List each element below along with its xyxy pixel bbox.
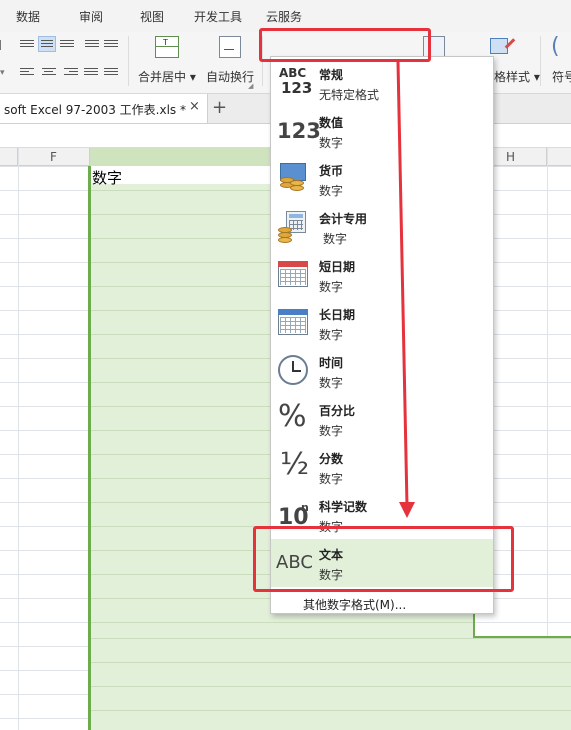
cell-style-button[interactable]: 格样式 ▾ bbox=[494, 68, 540, 85]
cell-content: 数字 bbox=[92, 169, 123, 187]
more-number-formats-link[interactable]: 其他数字格式(M)... bbox=[303, 596, 406, 613]
document-tab[interactable]: soft Excel 97-2003 工作表.xls * × bbox=[0, 94, 208, 123]
menu-item-long-date[interactable]: 长日期 数字 bbox=[271, 299, 493, 347]
tab-view[interactable]: 视图 bbox=[140, 8, 164, 25]
annotation-box-combo bbox=[259, 28, 431, 62]
selection-border bbox=[473, 636, 571, 638]
new-tab-icon[interactable]: + bbox=[212, 97, 227, 118]
row-header-divider bbox=[18, 148, 19, 730]
justify-icon[interactable] bbox=[84, 66, 98, 78]
menu-item-time[interactable]: 时间 数字 bbox=[271, 347, 493, 395]
orientation-icon[interactable] bbox=[0, 40, 6, 50]
merge-center-icon[interactable]: T bbox=[155, 36, 179, 58]
align-center-icon[interactable] bbox=[42, 66, 56, 78]
percent-icon: % bbox=[278, 399, 307, 434]
symbol-icon[interactable]: ( bbox=[551, 34, 560, 59]
long-date-calendar-icon bbox=[276, 307, 310, 339]
tab-data[interactable]: 数据 bbox=[16, 8, 40, 25]
distributed-icon[interactable] bbox=[104, 66, 118, 78]
annotation-arrow bbox=[396, 61, 415, 518]
column-header-f[interactable]: F bbox=[18, 148, 90, 166]
merge-center-button[interactable]: 合并居中 ▾ bbox=[138, 68, 196, 85]
document-tab-title: soft Excel 97-2003 工作表.xls * bbox=[4, 103, 186, 117]
symbol-button[interactable]: 符号 bbox=[552, 68, 571, 85]
menu-item-percent[interactable]: % 百分比 数字 bbox=[271, 395, 493, 443]
menu-item-accounting[interactable]: 会计专用 数字 bbox=[271, 203, 493, 251]
align-top-icon[interactable] bbox=[20, 38, 34, 50]
menu-item-general[interactable]: ABC 123 常规 无特定格式 bbox=[271, 59, 493, 107]
close-icon[interactable]: × bbox=[189, 99, 200, 114]
fraction-icon: ½ bbox=[280, 447, 310, 482]
increase-indent-icon[interactable] bbox=[104, 38, 118, 50]
tab-review[interactable]: 审阅 bbox=[79, 8, 103, 25]
menu-item-short-date[interactable]: 短日期 数字 bbox=[271, 251, 493, 299]
align-left-icon[interactable] bbox=[20, 66, 34, 78]
align-right-icon[interactable] bbox=[64, 66, 78, 78]
short-date-calendar-icon bbox=[276, 259, 310, 291]
menu-item-currency[interactable]: 货币 数字 bbox=[271, 155, 493, 203]
number-123-icon: 123 bbox=[277, 119, 321, 143]
selection-border bbox=[88, 166, 91, 730]
wrap-text-icon[interactable] bbox=[219, 36, 241, 58]
clock-icon bbox=[276, 355, 310, 387]
tab-developer[interactable]: 开发工具 bbox=[194, 8, 242, 25]
general-abc123-icon: ABC 123 bbox=[279, 66, 313, 97]
menu-item-number[interactable]: 123 数值 数字 bbox=[271, 107, 493, 155]
align-bottom-icon[interactable] bbox=[60, 38, 74, 50]
annotation-box-text-item bbox=[253, 526, 514, 592]
chevron-down-icon[interactable]: ▾ bbox=[0, 68, 5, 78]
align-middle-icon[interactable] bbox=[38, 36, 56, 52]
alignment-dialog-launcher-icon[interactable]: ◢ bbox=[248, 82, 253, 90]
cell-style-icon[interactable] bbox=[490, 36, 516, 58]
accounting-calculator-icon bbox=[276, 211, 310, 243]
menu-item-fraction[interactable]: ½ 分数 数字 bbox=[271, 443, 493, 491]
currency-coins-icon bbox=[276, 163, 310, 195]
decrease-indent-icon[interactable] bbox=[85, 38, 99, 50]
selection-range-extension[interactable] bbox=[90, 638, 571, 730]
tab-cloud[interactable]: 云服务 bbox=[266, 8, 302, 25]
wrap-text-button[interactable]: 自动换行 bbox=[206, 68, 254, 85]
